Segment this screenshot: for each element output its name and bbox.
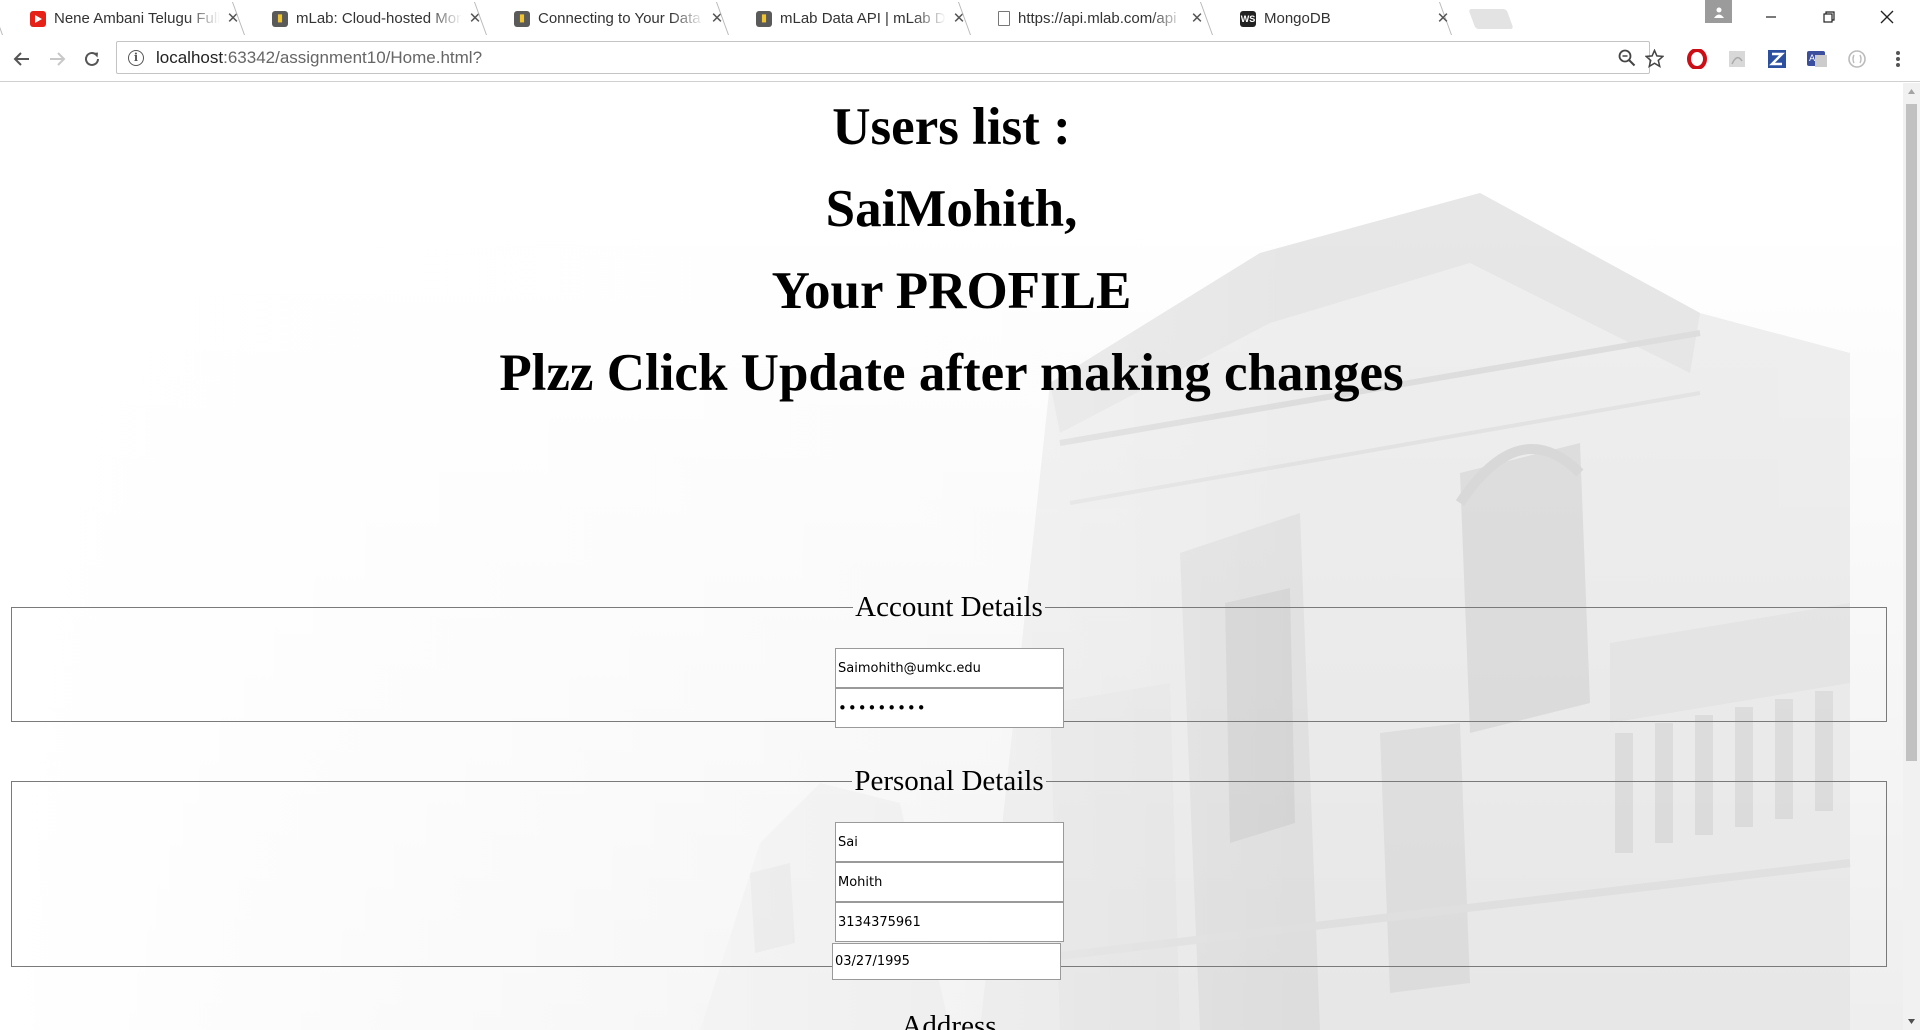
browser-toolbar: i localhost:63342/assignment10/Home.html… [0,35,1920,82]
svg-text:A: A [1809,54,1816,64]
minimize-button[interactable] [1742,0,1800,34]
arrow-left-icon [13,52,29,66]
zoom-icon[interactable] [1617,48,1637,68]
address-fieldset: Address [11,1009,1887,1030]
user-name-heading: SaiMohith, [825,180,1078,238]
tab-title: Nene Ambani Telugu Full [54,10,220,27]
disabled-extension-icon[interactable] [1846,48,1868,70]
first-name-field[interactable] [835,822,1064,862]
restore-icon [1823,11,1835,23]
page-content: Users list : SaiMohith, Your PROFILE Plz… [0,83,1903,1030]
new-tab-button[interactable] [1468,9,1514,29]
close-window-button[interactable] [1858,0,1916,34]
close-icon[interactable]: ✕ [1436,11,1450,26]
personal-details-fieldset: Personal Details [11,764,1887,980]
mlab-icon: ▮ [514,10,530,27]
dob-field[interactable] [832,943,1061,980]
info-icon[interactable]: i [128,49,144,66]
zotero-icon[interactable] [1766,48,1788,70]
tab-title: Connecting to Your Data [538,10,701,27]
translate-icon[interactable]: A [1806,48,1828,70]
tab-title: https://api.mlab.com/api [1018,10,1177,27]
pdf-icon[interactable] [1726,48,1748,70]
update-instruction-heading: Plzz Click Update after making changes [499,344,1404,402]
vertical-scrollbar[interactable] [1903,83,1920,1030]
reload-icon [85,51,99,66]
url-text[interactable]: localhost:63342/assignment10/Home.html? [156,48,482,68]
document-icon [998,11,1010,26]
tab-strip: Nene Ambani Telugu Full ✕ ▮ mLab: Cloud-… [0,0,1920,35]
opera-icon[interactable] [1686,48,1708,70]
forward-button[interactable] [44,46,70,72]
mlab-icon: ▮ [756,10,772,27]
last-name-field[interactable] [835,862,1064,902]
account-details-legend: Account Details [855,591,1043,623]
users-list-heading: Users list : [832,98,1071,156]
tab-youtube[interactable]: Nene Ambani Telugu Full ✕ [0,2,242,35]
phone-field[interactable] [835,902,1064,942]
close-icon[interactable]: ✕ [1190,11,1204,26]
scrollbar-thumb[interactable] [1906,104,1917,761]
reload-button[interactable] [79,46,105,72]
profile-heading: Your PROFILE [771,262,1132,320]
scroll-down-arrow-icon[interactable] [1903,1013,1920,1030]
account-details-fieldset: Account Details [11,590,1887,728]
address-bar[interactable]: i localhost:63342/assignment10/Home.html… [116,41,1664,74]
password-field[interactable] [835,688,1064,728]
tab-mlab-cloud[interactable]: ▮ mLab: Cloud-hosted Mon ✕ [231,2,484,35]
tab-mlab-api[interactable]: ▮ mLab Data API | mLab Do ✕ [715,2,968,35]
arrow-right-icon [50,52,66,66]
tab-connecting[interactable]: ▮ Connecting to Your Data ✕ [473,2,726,35]
close-icon [1880,10,1894,24]
menu-dots-icon[interactable] [1887,48,1909,70]
person-icon [1713,7,1724,18]
minimize-icon [1766,16,1776,18]
restore-button[interactable] [1800,0,1858,34]
personal-details-legend: Personal Details [854,765,1044,797]
bookmark-star-icon[interactable] [1644,48,1664,68]
scroll-up-arrow-icon[interactable] [1903,83,1920,100]
email-field[interactable] [835,648,1064,688]
tab-title: mLab: Cloud-hosted Mon [296,10,462,27]
tab-title: MongoDB [1264,10,1331,27]
webstorm-icon: WS [1240,10,1256,27]
back-button[interactable] [9,46,35,72]
mlab-icon: ▮ [272,10,288,27]
tab-title: mLab Data API | mLab Do [780,10,946,27]
tab-api-mlab[interactable]: https://api.mlab.com/api ✕ [957,2,1210,35]
profile-button[interactable] [1705,0,1732,23]
youtube-icon [30,10,46,27]
address-legend: Address [901,1010,997,1030]
tab-mongodb[interactable]: WS MongoDB ✕ [1199,2,1452,35]
